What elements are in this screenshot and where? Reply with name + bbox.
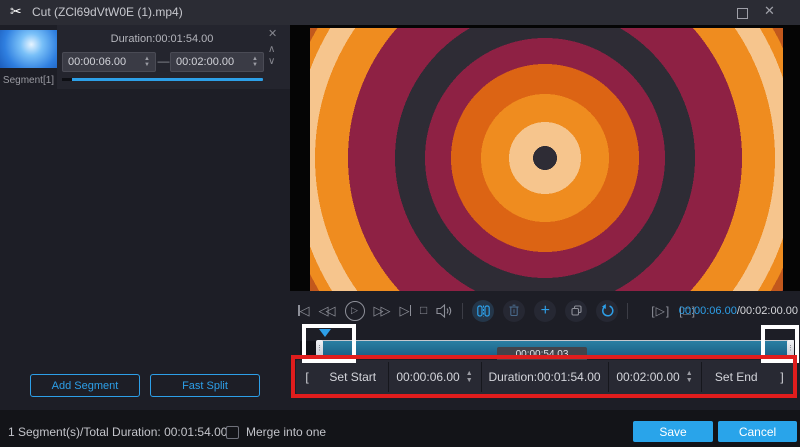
- add-segment-circle-button[interactable]: +: [534, 300, 556, 322]
- video-preview[interactable]: [310, 28, 783, 291]
- volume-button[interactable]: [436, 304, 453, 318]
- segment-label: Segment[1]: [0, 75, 57, 86]
- tooltip-time: 00:00:54.03: [516, 349, 569, 360]
- spin-up-icon[interactable]: ▲: [686, 370, 693, 377]
- skip-end-bar: [410, 305, 412, 316]
- title-bar: ✂ Cut (ZCl69dVtW0E (1).mp4) ✕: [0, 0, 800, 25]
- trim-start-input[interactable]: 00:00:06.00 ▲ ▼: [389, 360, 481, 394]
- controls-divider: [627, 303, 628, 319]
- video-area: [290, 25, 800, 291]
- current-time: 00:00:06.00: [679, 305, 737, 317]
- delete-segment-button[interactable]: [503, 300, 525, 322]
- window-title: Cut (ZCl69dVtW0E (1).mp4): [32, 5, 183, 19]
- end-bracket-icon: ]: [780, 370, 783, 384]
- remove-segment-icon[interactable]: ✕: [268, 29, 277, 40]
- start-bracket-icon: [: [305, 370, 308, 384]
- spin-down-icon[interactable]: ▼: [466, 377, 473, 384]
- volume-icon: [436, 304, 453, 318]
- handle-grip: ⋮: [316, 345, 323, 352]
- play-icon: ▷: [351, 305, 358, 316]
- controls-divider: [462, 303, 463, 319]
- chevron-up-icon[interactable]: ∧: [268, 44, 275, 55]
- trim-bar: [ Set Start 00:00:06.00 ▲ ▼ Duration:00:…: [296, 360, 793, 394]
- trim-start-value: 00:00:06.00: [396, 370, 459, 384]
- rewind-icon: ◁◁: [319, 304, 333, 317]
- set-start-button[interactable]: Set Start: [318, 360, 388, 394]
- play-button[interactable]: ▷: [345, 301, 365, 321]
- timecode-display: 00:00:06.00/00:02:00.00: [679, 291, 798, 330]
- copy-segment-button[interactable]: [565, 300, 587, 322]
- skip-start-icon: ◁: [300, 304, 310, 317]
- save-button[interactable]: Save: [633, 421, 713, 442]
- merge-checkbox[interactable]: [226, 426, 239, 439]
- handle-grip: ⋮: [787, 345, 794, 352]
- forward-button[interactable]: ▷▷: [374, 304, 388, 317]
- trim-start-stepper[interactable]: ▲ ▼: [466, 370, 473, 384]
- skip-start-button[interactable]: ◁: [298, 304, 310, 317]
- stop-icon: □: [420, 304, 427, 317]
- segment-panel: Segment[1] Duration:00:01:54.00 00:00:06…: [0, 25, 290, 410]
- segment-end-stepper[interactable]: ▲ ▼: [252, 56, 258, 68]
- stop-button[interactable]: □: [420, 304, 427, 317]
- segment-start-value: 00:00:06.00: [68, 56, 126, 68]
- start-bracket-button[interactable]: [: [296, 360, 318, 394]
- segment-thumbnail[interactable]: [0, 30, 57, 68]
- plus-icon: +: [541, 303, 550, 319]
- trim-end-value: 00:02:00.00: [616, 370, 679, 384]
- close-button[interactable]: ✕: [764, 3, 775, 19]
- rewind-button[interactable]: ◁◁: [319, 304, 333, 317]
- skip-end-button[interactable]: ▷: [400, 304, 412, 317]
- trim-duration-label: Duration:00:01:54.00: [482, 360, 608, 394]
- status-text: 1 Segment(s)/Total Duration: 00:01:54.00: [8, 425, 227, 439]
- trim-start-handle[interactable]: ⋮: [316, 340, 323, 357]
- split-icon: [477, 305, 490, 317]
- segment-end-value: 00:02:00.00: [176, 56, 234, 68]
- segment-progress-lead: [62, 78, 72, 81]
- set-end-button[interactable]: Set End: [702, 360, 772, 394]
- merge-checkbox-label: Merge into one: [246, 425, 326, 439]
- cut-dialog: ✂ Cut (ZCl69dVtW0E (1).mp4) ✕ Segment[1]…: [0, 0, 800, 447]
- trim-end-stepper[interactable]: ▲ ▼: [686, 370, 693, 384]
- fast-split-button[interactable]: Fast Split: [150, 374, 260, 397]
- spin-down-icon[interactable]: ▼: [252, 62, 258, 68]
- transport-controls: ◁ ◁◁ ▷ ▷▷ ▷ □: [298, 291, 696, 330]
- cancel-button[interactable]: Cancel: [718, 421, 797, 442]
- scissors-icon: ✂: [10, 3, 22, 20]
- range-separator: —: [157, 54, 170, 68]
- spin-up-icon[interactable]: ▲: [466, 370, 473, 377]
- copy-icon: [570, 304, 583, 317]
- maximize-button[interactable]: [737, 8, 748, 19]
- trim-end-handle[interactable]: ⋮: [787, 340, 794, 357]
- skip-end-icon: ▷: [400, 304, 410, 317]
- player-panel: ◁ ◁◁ ▷ ▷▷ ▷ □: [290, 25, 800, 410]
- spin-down-icon[interactable]: ▼: [686, 377, 693, 384]
- reset-button[interactable]: [596, 300, 618, 322]
- chevron-down-icon[interactable]: ∨: [268, 56, 275, 67]
- segment-duration-label: Duration:00:01:54.00: [62, 33, 262, 45]
- reset-icon: [601, 304, 614, 317]
- trash-icon: [508, 304, 520, 317]
- forward-icon: ▷▷: [374, 304, 388, 317]
- segment-start-stepper[interactable]: ▲ ▼: [144, 56, 150, 68]
- segment-start-input[interactable]: 00:00:06.00 ▲ ▼: [62, 52, 156, 72]
- play-segment-button[interactable]: [▷]: [651, 304, 670, 318]
- segment-end-input[interactable]: 00:02:00.00 ▲ ▼: [170, 52, 264, 72]
- split-button[interactable]: [472, 300, 494, 322]
- segment-progress-bar: [62, 78, 263, 81]
- total-time: /00:02:00.00: [737, 305, 798, 317]
- playhead-marker[interactable]: [319, 329, 331, 337]
- add-segment-button[interactable]: Add Segment: [30, 374, 140, 397]
- end-bracket-button[interactable]: ]: [771, 360, 793, 394]
- spin-down-icon[interactable]: ▼: [144, 62, 150, 68]
- footer-bar: 1 Segment(s)/Total Duration: 00:01:54.00…: [0, 410, 800, 447]
- trim-end-input[interactable]: 00:02:00.00 ▲ ▼: [609, 360, 701, 394]
